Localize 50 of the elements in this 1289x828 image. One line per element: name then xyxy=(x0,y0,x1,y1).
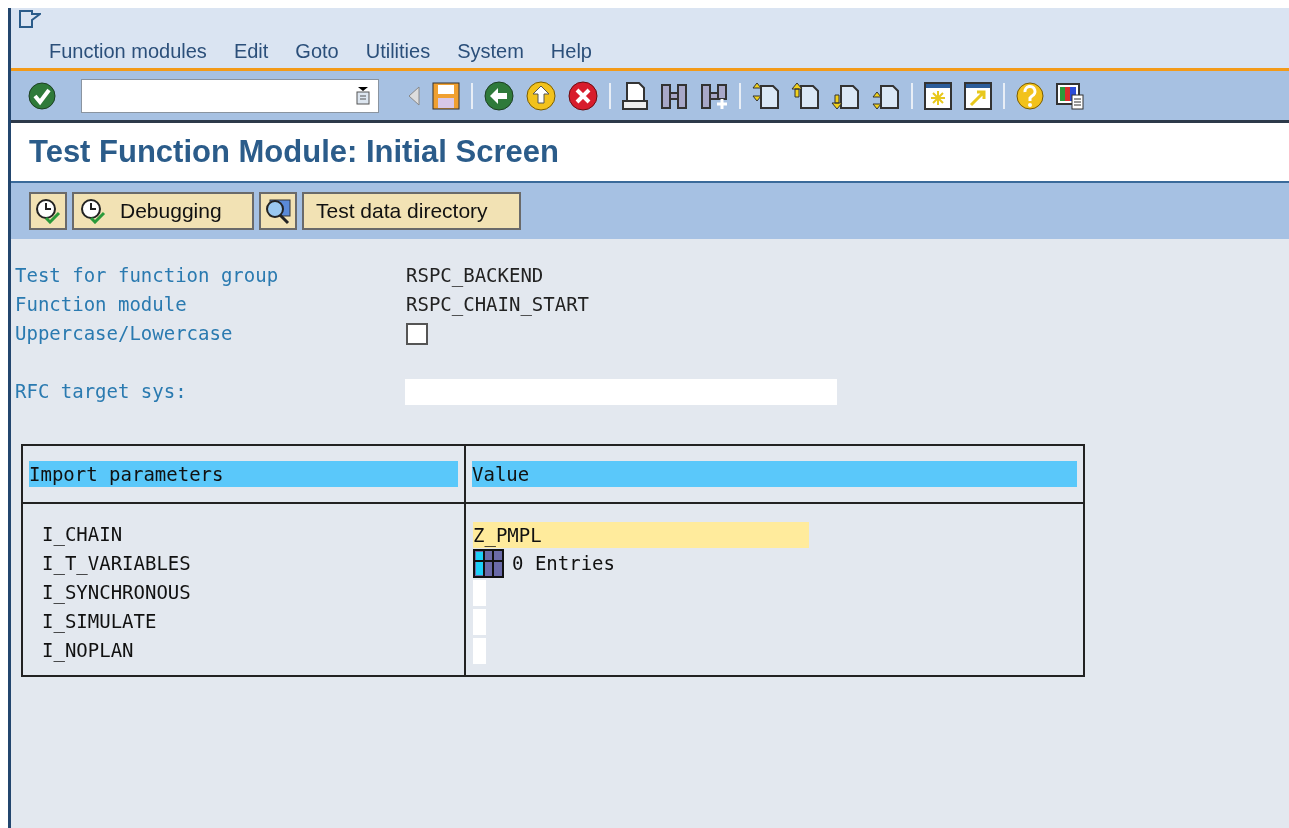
menu-item[interactable]: Edit xyxy=(233,36,269,66)
search-button[interactable] xyxy=(259,192,297,230)
test-data-directory-button[interactable]: Test data directory xyxy=(302,192,521,230)
entries-count[interactable]: 0 Entries xyxy=(512,549,615,578)
parameter-name: I_T_VARIABLES xyxy=(41,551,192,577)
table-icon[interactable] xyxy=(473,549,504,578)
dropdown-icon[interactable] xyxy=(356,86,370,105)
parameter-name: I_CHAIN xyxy=(41,522,124,548)
parameter-name: I_SYNCHRONOUS xyxy=(41,580,192,606)
field-label: Uppercase/Lowercase xyxy=(15,321,234,347)
check-icon[interactable] xyxy=(27,80,57,111)
menu-icon[interactable] xyxy=(19,10,41,28)
back-icon[interactable] xyxy=(483,79,515,112)
shortcut-icon[interactable] xyxy=(963,80,993,111)
layout-icon[interactable] xyxy=(1055,80,1085,111)
debugging-button[interactable]: Debugging xyxy=(72,192,254,230)
command-field[interactable] xyxy=(81,78,379,113)
clock-check-icon xyxy=(80,198,106,224)
field-label: Function module xyxy=(15,292,188,318)
menu-item[interactable]: Help xyxy=(550,36,592,66)
parameter-name: I_SIMULATE xyxy=(41,609,158,635)
execute-button[interactable] xyxy=(29,192,67,230)
menu-item[interactable]: Utilities xyxy=(365,36,431,66)
menu-item[interactable]: Goto xyxy=(295,36,339,66)
help-icon[interactable] xyxy=(1015,80,1045,111)
menu-item[interactable]: System xyxy=(457,36,524,66)
save-icon[interactable] xyxy=(431,80,461,111)
column-header: Value xyxy=(472,461,1077,487)
field-value: RSPC_BACKEND xyxy=(406,263,544,289)
first-page-icon[interactable] xyxy=(751,80,781,111)
value-field[interactable] xyxy=(473,608,486,635)
field-label: RFC target sys: xyxy=(15,379,188,405)
exit-icon[interactable] xyxy=(525,79,557,112)
field-value: RSPC_CHAIN_START xyxy=(406,292,590,318)
cancel-icon[interactable] xyxy=(567,79,599,112)
menu-item[interactable]: Function modules xyxy=(49,36,207,66)
field-label: Test for function group xyxy=(15,263,280,289)
screen-title: Test Function Module: Initial Screen xyxy=(29,132,559,171)
value-field[interactable]: Z_PMPL xyxy=(473,521,809,548)
clock-check-icon xyxy=(35,198,61,224)
previous-page-icon[interactable] xyxy=(791,80,821,111)
value-field[interactable] xyxy=(473,637,486,664)
checkbox[interactable] xyxy=(406,322,428,345)
parameter-name: I_NOPLAN xyxy=(41,638,135,664)
new-window-icon[interactable] xyxy=(923,80,953,111)
column-header: Import parameters xyxy=(29,461,458,487)
print-icon[interactable] xyxy=(621,80,649,111)
input-field[interactable] xyxy=(405,378,837,405)
search-icon xyxy=(264,197,292,225)
value-field[interactable] xyxy=(473,579,486,606)
